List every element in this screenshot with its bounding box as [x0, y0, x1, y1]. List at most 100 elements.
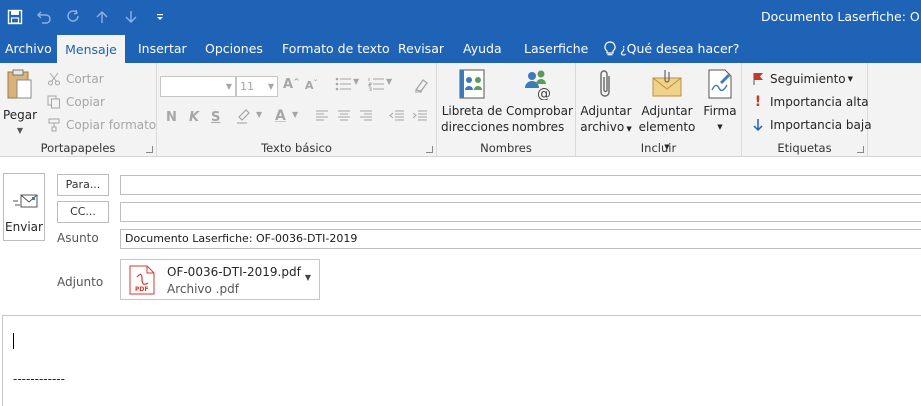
subject-field[interactable]: Documento Laserfiche: OF-0036-DTI-2019 — [120, 229, 921, 249]
paste-dropdown-icon[interactable]: ▼ — [2, 123, 38, 139]
tab-laserfiche[interactable]: Laserfiche — [519, 34, 593, 63]
attachment-name: OF-0036-DTI-2019.pdf — [167, 265, 301, 279]
tab-revisar[interactable]: Revisar — [393, 34, 449, 63]
attachment-label: Adjunto — [57, 275, 104, 289]
group-label-portapapeles: Portapapeles — [40, 141, 116, 155]
tell-me-box[interactable]: ¿Qué desea hacer? — [599, 34, 744, 63]
subject-label: Asunto — [57, 231, 99, 245]
clipboard-icon — [2, 67, 38, 101]
group-label-incluir: Incluir — [640, 141, 677, 155]
follow-up-label: Seguimiento — [770, 72, 846, 86]
chevron-down-icon[interactable]: ▼ — [305, 273, 311, 282]
envelope-attach-icon — [636, 67, 698, 101]
to-field[interactable] — [120, 175, 921, 195]
exclamation-icon: ! — [754, 94, 762, 110]
redo-icon[interactable] — [58, 0, 87, 34]
flag-icon — [750, 71, 766, 87]
send-envelope-icon — [12, 192, 38, 215]
group-label-nombres: Nombres — [480, 141, 532, 155]
texto-basico-launcher-icon[interactable] — [426, 146, 433, 153]
group-incluir: Adjuntar archivo ▼ Adjuntar elemento ▼ F… — [576, 63, 742, 157]
message-body[interactable]: ------------ — [2, 315, 921, 406]
body-separator: ------------ — [13, 372, 65, 386]
scissors-icon — [46, 71, 62, 87]
tab-formato-de-texto[interactable]: Formato de texto — [277, 34, 395, 63]
paste-label: Pegar — [2, 108, 38, 122]
copy-icon — [46, 94, 62, 110]
tab-insertar[interactable]: Insertar — [133, 34, 192, 63]
align-left-icon[interactable] — [315, 110, 329, 126]
attach-file-button[interactable]: Adjuntar archivo ▼ — [580, 67, 632, 137]
tell-me-label: ¿Qué desea hacer? — [620, 41, 740, 56]
customize-icon[interactable] — [145, 0, 174, 34]
low-importance-button[interactable]: Importancia baja — [750, 117, 872, 133]
high-importance-label: Importancia alta — [770, 95, 869, 109]
bold-button[interactable]: N — [166, 110, 177, 125]
underline-button[interactable]: S — [211, 110, 220, 125]
cc-field[interactable] — [120, 202, 921, 222]
tab-archivo[interactable]: Archivo — [0, 34, 57, 63]
group-etiquetas: Seguimiento ▼ ! Importancia alta Importa… — [742, 63, 872, 157]
check-names-button[interactable]: @ Comprobar nombres — [506, 67, 573, 135]
address-book-icon — [441, 67, 503, 101]
address-book-button[interactable]: Libreta de direcciones — [441, 67, 509, 135]
cut-button[interactable]: Cortar — [46, 71, 104, 87]
signature-button[interactable]: Firma ▼ — [700, 67, 740, 135]
highlight-icon[interactable] — [235, 107, 253, 129]
pdf-icon: PDF — [129, 265, 155, 298]
bullets-dropdown-icon[interactable]: ▼ — [353, 77, 359, 86]
numbering-icon[interactable] — [368, 77, 386, 95]
send-button[interactable]: Enviar — [3, 173, 45, 241]
group-label-etiquetas: Etiquetas — [777, 141, 832, 155]
undo-icon[interactable] — [29, 0, 58, 34]
clear-formatting-icon[interactable] — [413, 77, 429, 97]
italic-button[interactable]: K — [189, 110, 199, 125]
signature-label: Firma — [703, 104, 737, 118]
group-portapapeles: Pegar ▼ Cortar Copiar Copiar formato Por… — [0, 63, 157, 157]
group-label-texto-basico: Texto básico — [261, 141, 332, 155]
portapapeles-launcher-icon[interactable] — [146, 146, 153, 153]
ribbon: Pegar ▼ Cortar Copiar Copiar formato Por… — [0, 63, 921, 157]
format-painter-button[interactable]: Copiar formato — [46, 117, 156, 133]
low-importance-label: Importancia baja — [770, 118, 872, 132]
to-button[interactable]: Para... — [57, 174, 109, 196]
font-color-icon[interactable]: A — [275, 108, 286, 124]
paintbrush-icon — [46, 117, 62, 133]
align-right-icon[interactable] — [359, 110, 373, 126]
bullets-icon[interactable] — [335, 77, 353, 95]
attachment-chip[interactable]: PDF OF-0036-DTI-2019.pdf Archivo .pdf ▼ — [120, 259, 320, 300]
cc-button[interactable]: CC... — [57, 201, 109, 223]
numbering-dropdown-icon[interactable]: ▼ — [386, 77, 392, 86]
check-names-icon: @ — [506, 67, 570, 101]
font-name-combo[interactable]: ▼ — [160, 76, 236, 97]
window-title: Documento Laserfiche: OF-0036-DTI-2019 -… — [761, 9, 921, 24]
font-size-value: 11 — [240, 80, 254, 93]
tab-opciones[interactable]: Opciones — [200, 34, 268, 63]
follow-up-button[interactable]: Seguimiento ▼ — [750, 71, 853, 87]
paperclip-icon — [580, 67, 632, 101]
shrink-font-icon[interactable]: Aˇ — [305, 79, 318, 92]
paste-button[interactable]: Pegar ▼ — [2, 67, 38, 139]
font-size-combo[interactable]: 11 ▼ — [236, 76, 278, 97]
down-arrow-icon[interactable] — [116, 0, 145, 34]
highlight-dropdown-icon[interactable]: ▼ — [256, 110, 262, 119]
ribbon-tabs: Archivo Mensaje Insertar Opciones Format… — [0, 34, 921, 63]
copy-label: Copiar — [66, 95, 105, 109]
tab-mensaje[interactable]: Mensaje — [57, 35, 125, 63]
save-icon[interactable] — [0, 0, 29, 34]
align-center-icon[interactable] — [337, 110, 351, 126]
tab-ayuda[interactable]: Ayuda — [458, 34, 507, 63]
attach-item-label-1: Adjuntar — [641, 104, 693, 118]
up-arrow-icon[interactable] — [87, 0, 116, 34]
grow-font-icon[interactable]: A^ — [283, 77, 300, 92]
copy-button[interactable]: Copiar — [46, 94, 105, 110]
etiquetas-launcher-icon[interactable] — [857, 146, 864, 153]
attach-item-label-2: elemento — [638, 120, 696, 134]
font-color-dropdown-icon[interactable]: ▼ — [292, 110, 298, 119]
increase-indent-icon[interactable] — [412, 110, 428, 126]
high-importance-button[interactable]: ! Importancia alta — [750, 94, 869, 110]
svg-text:PDF: PDF — [135, 286, 148, 293]
check-names-label-2: nombres — [511, 120, 565, 134]
decrease-indent-icon[interactable] — [389, 110, 405, 126]
address-book-label-1: Libreta de — [441, 104, 503, 118]
